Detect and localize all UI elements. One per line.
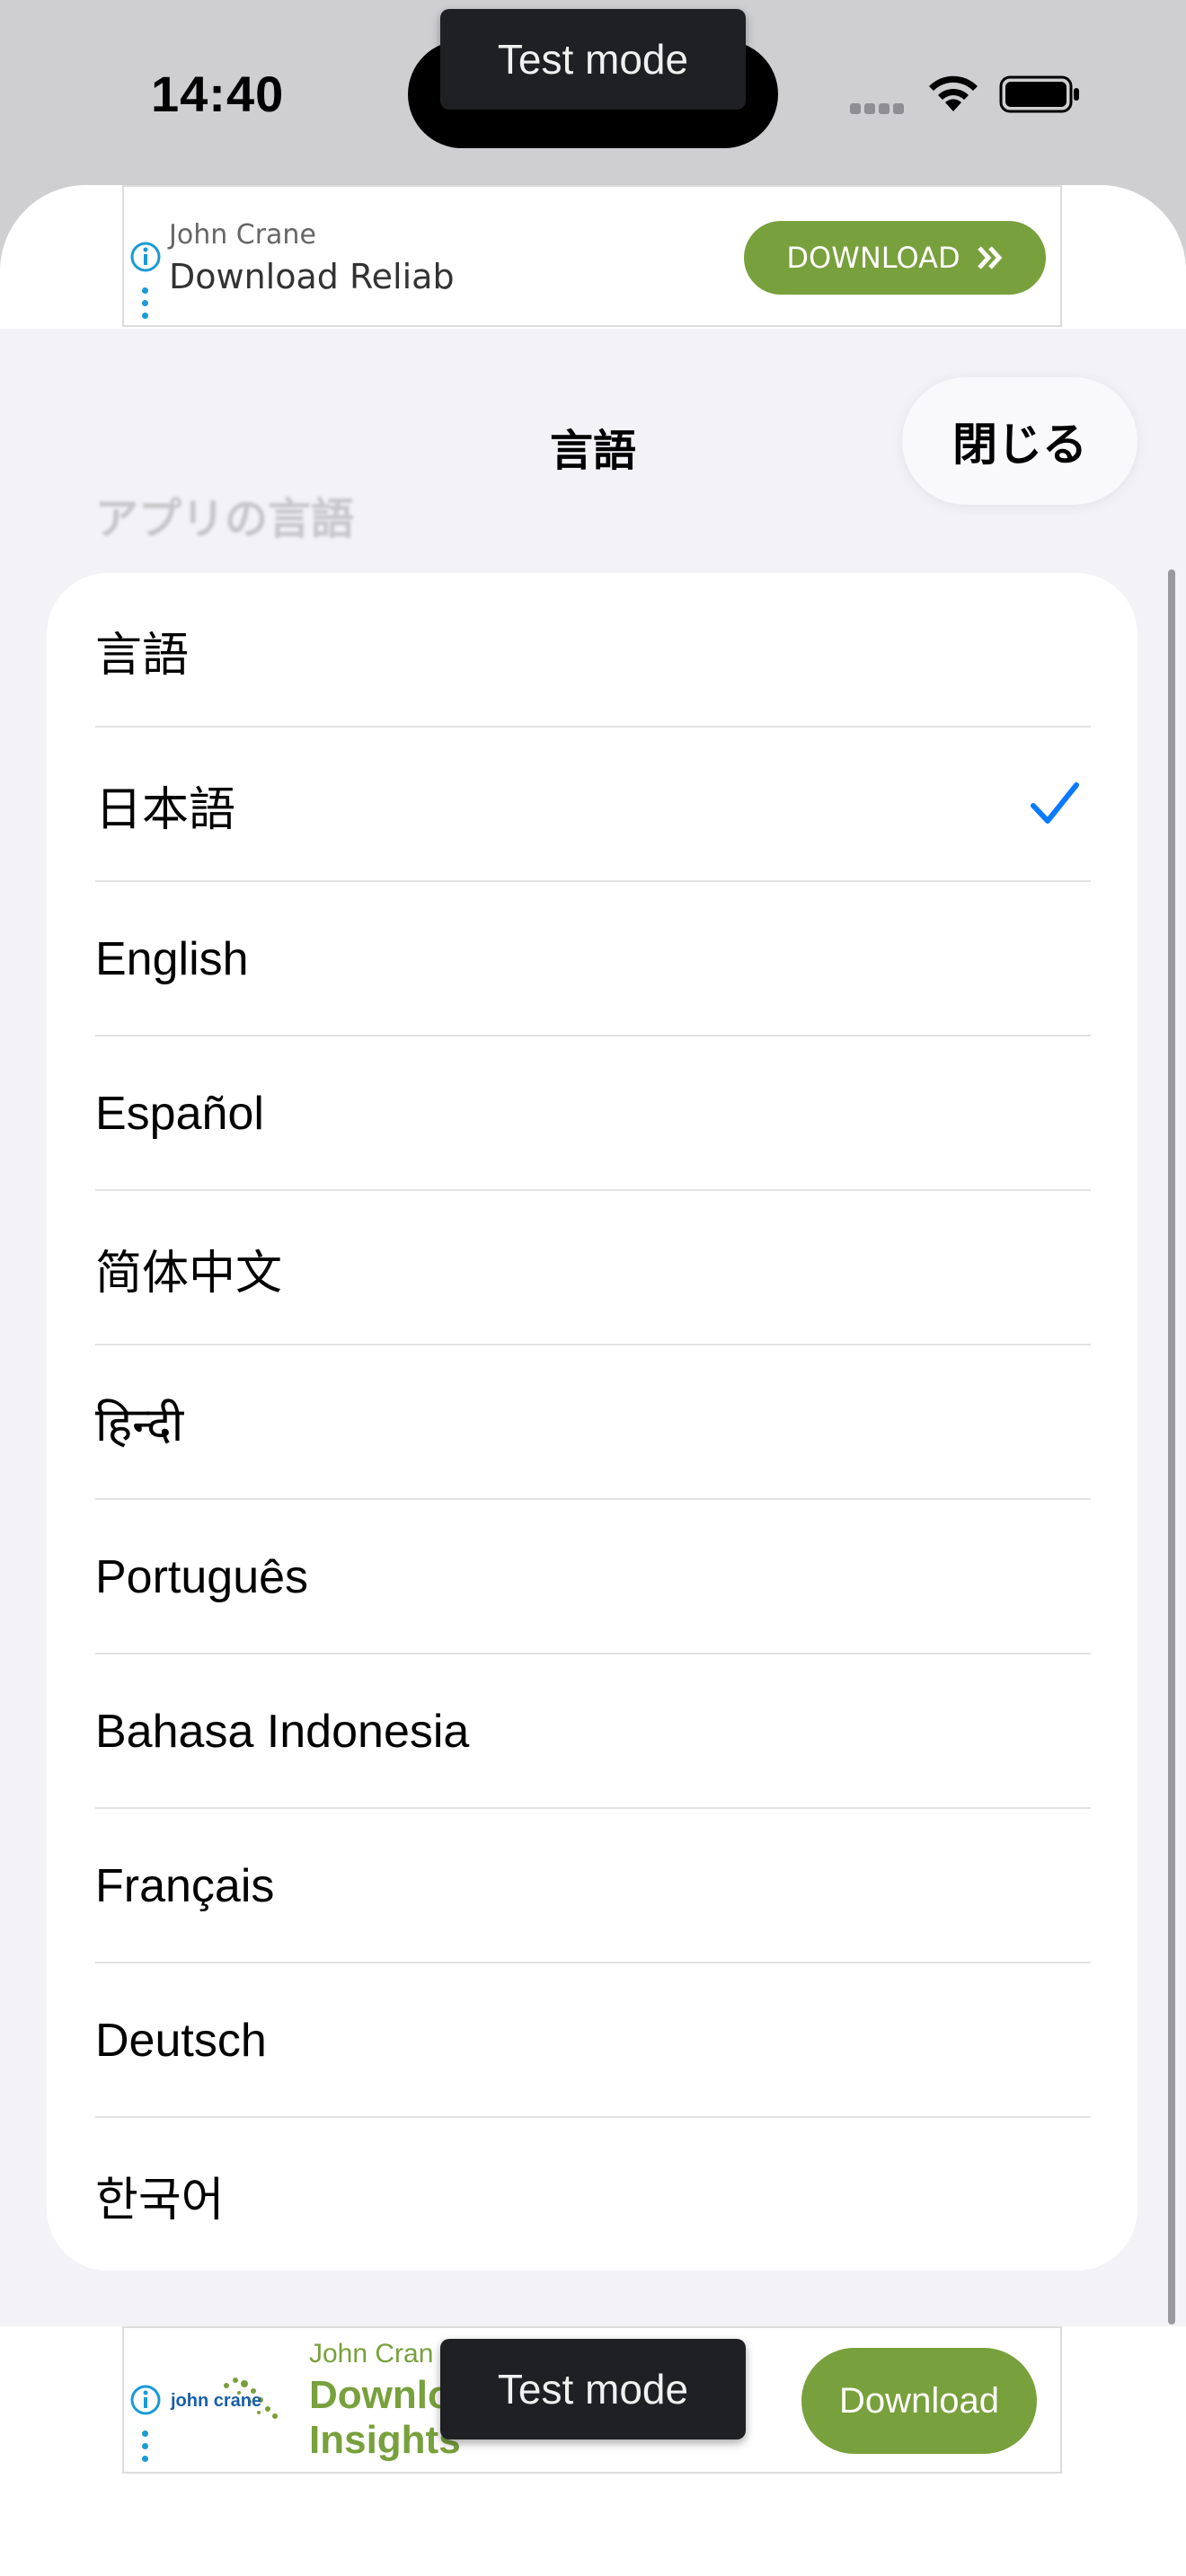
checkmark-icon (1031, 782, 1079, 824)
language-label: हिन्दी (95, 1398, 184, 1451)
advertiser-logo: john crane (171, 2364, 288, 2436)
ad-advertiser: John Cran (309, 2339, 434, 2369)
double-chevron-right-icon (977, 246, 1003, 269)
wifi-icon (929, 75, 978, 111)
ad-headline: Download Reliab (169, 257, 455, 296)
language-row-english[interactable]: English (47, 882, 1137, 1037)
language-row-indonesian[interactable]: Bahasa Indonesia (47, 1654, 1137, 1809)
language-label: 简体中文 (95, 1247, 283, 1300)
list-header-label: 言語 (95, 629, 190, 682)
language-list: 言語 日本語 English Español 简体中文 हिन्दी Portu… (47, 573, 1137, 2271)
language-row-hindi[interactable]: हिन्दी (47, 1345, 1137, 1500)
ad-download-button[interactable]: Download (801, 2348, 1037, 2454)
ad-options-icon[interactable] (142, 2430, 149, 2468)
language-row-korean[interactable]: 한국어 (47, 2118, 1137, 2271)
language-label: 日本語 (95, 783, 236, 836)
language-label: Español (95, 1088, 264, 1140)
language-row-simplified-chinese[interactable]: 简体中文 (47, 1191, 1137, 1345)
language-label: Deutsch (95, 2015, 267, 2067)
language-row-french[interactable]: Français (47, 1809, 1137, 1963)
language-row-japanese[interactable]: 日本語 (47, 728, 1137, 882)
ad-download-label: DOWNLOAD (786, 241, 960, 275)
ad-advertiser: John Crane (169, 219, 316, 251)
ad-download-button[interactable]: DOWNLOAD (744, 221, 1046, 295)
language-row-portuguese[interactable]: Português (47, 1500, 1137, 1654)
language-label: Bahasa Indonesia (95, 1706, 470, 1758)
battery-icon (999, 75, 1079, 113)
close-button[interactable]: 閉じる (902, 377, 1137, 505)
cellular-signal-icon (850, 102, 907, 119)
language-label: 한국어 (95, 2174, 225, 2227)
ad-info-icon[interactable] (129, 241, 162, 273)
language-row-spanish[interactable]: Español (47, 1037, 1137, 1191)
ad-options-icon[interactable] (142, 287, 149, 325)
ad-info-icon[interactable] (129, 2384, 162, 2416)
test-mode-badge-top: Test mode (440, 9, 746, 110)
status-time: 14:40 (151, 66, 285, 122)
language-label: English (95, 933, 249, 985)
section-header: アプリの言語 (95, 496, 355, 543)
advertiser-logo-text: john crane (171, 2391, 262, 2411)
language-label: Português (95, 1551, 309, 1603)
language-label: Français (95, 1860, 275, 1912)
language-row-german[interactable]: Deutsch (47, 1963, 1137, 2118)
top-ad-banner[interactable]: John Crane Download Reliab DOWNLOAD (122, 185, 1062, 327)
list-header-row: 言語 (47, 573, 1137, 728)
scrollbar[interactable] (1168, 569, 1175, 2325)
test-mode-badge-bottom: Test mode (440, 2339, 746, 2439)
